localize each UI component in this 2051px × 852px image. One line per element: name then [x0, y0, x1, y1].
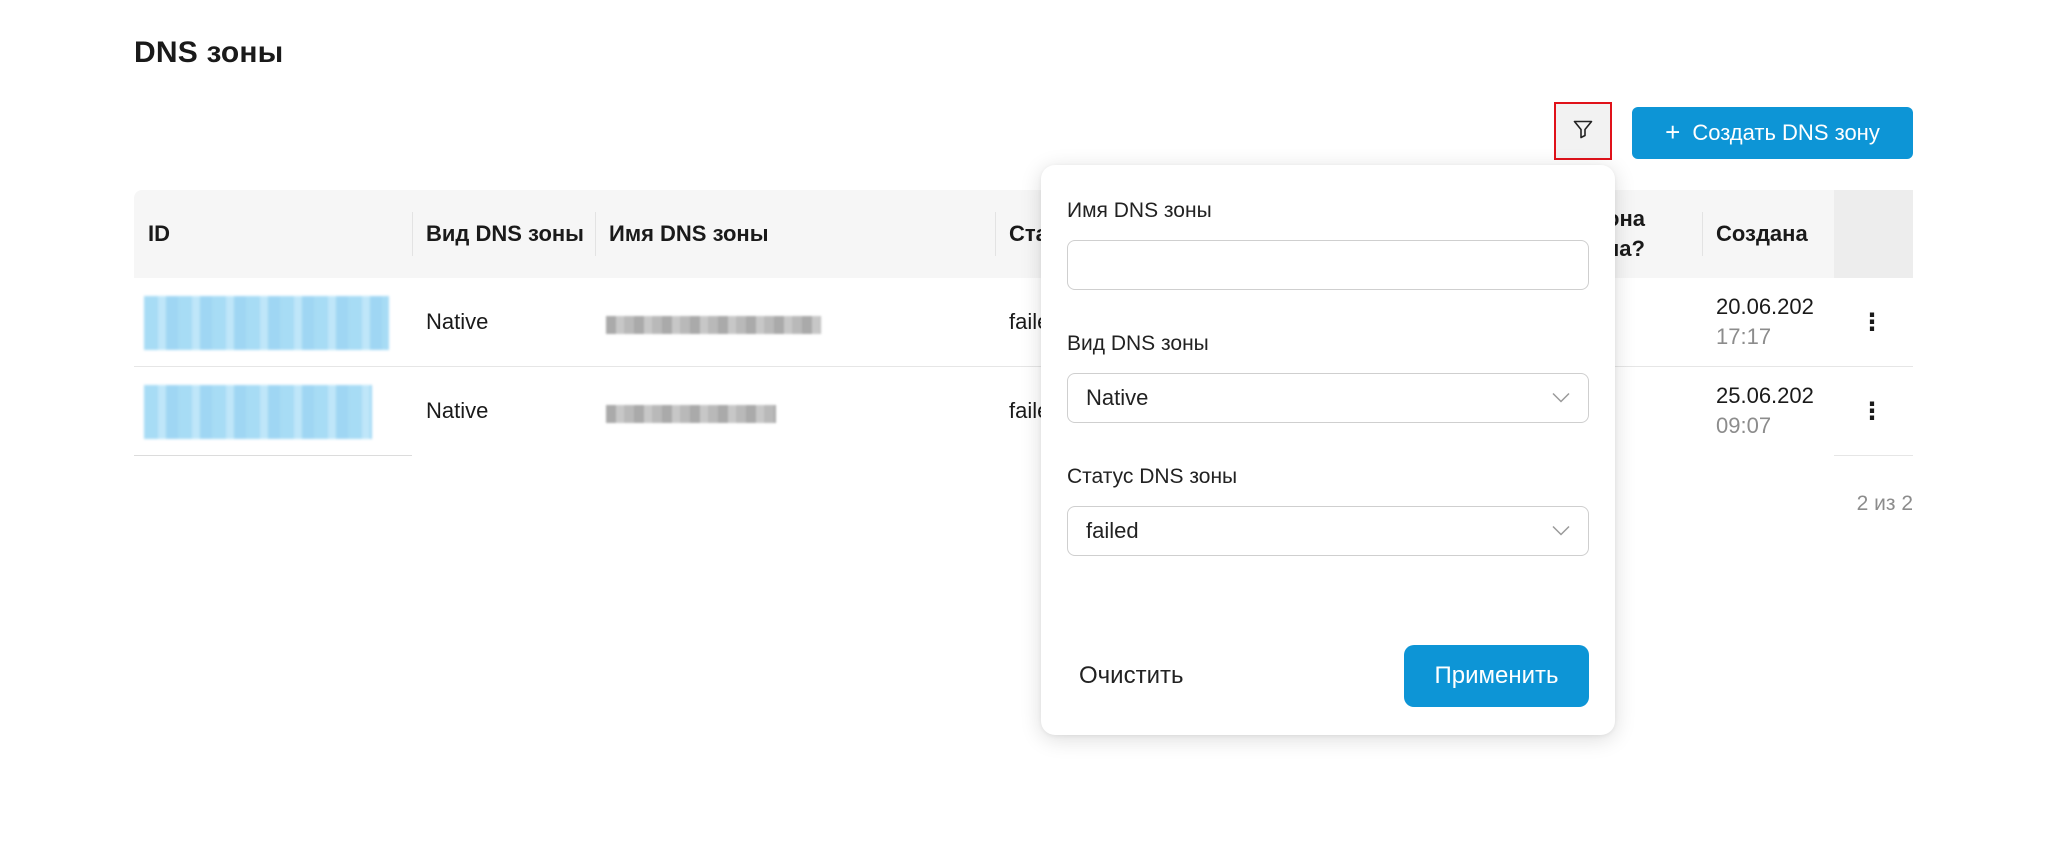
zone-type-label: Вид DNS зоны	[1067, 332, 1209, 355]
zone-id-link-redacted[interactable]	[144, 296, 389, 350]
row-divider	[1834, 455, 1913, 456]
row-divider	[134, 455, 412, 456]
pagination-counter: 2 из 2	[1856, 492, 1913, 515]
sticky-column-shade	[1834, 190, 1913, 278]
column-header-zone-type[interactable]: Вид DNS зоны	[412, 190, 595, 278]
clear-filter-button[interactable]: Очистить	[1067, 645, 1227, 707]
zone-name-redacted	[606, 405, 776, 423]
column-header-id[interactable]: ID	[134, 190, 412, 278]
dns-zones-page: DNS зоны + Создать DNS зону ID Вид DNS з…	[0, 0, 2051, 852]
created-date: 25.06.202	[1716, 383, 1814, 408]
zone-name-label: Имя DNS зоны	[1067, 199, 1212, 222]
create-dns-zone-label: Создать DNS зону	[1692, 120, 1880, 145]
table-row[interactable]: Native faile 20.06.202 17:17 ⋮	[134, 278, 1913, 367]
row-menu-icon[interactable]: ⋮	[1852, 278, 1892, 366]
filter-popover: Имя DNS зоны Вид DNS зоны Native Статус …	[1041, 165, 1615, 735]
created-cell: 20.06.202 17:17	[1716, 292, 1814, 352]
column-header-zone-name[interactable]: Имя DNS зоны	[595, 190, 995, 278]
zone-name-redacted	[606, 316, 821, 334]
zone-status-label: Статус DNS зоны	[1067, 465, 1238, 488]
created-cell: 25.06.202 09:07	[1716, 381, 1814, 441]
column-header-created[interactable]: Создана	[1702, 190, 1834, 278]
zone-type-cell: Native	[426, 309, 489, 334]
zone-status-select[interactable]: failed	[1067, 506, 1589, 556]
created-time: 09:07	[1716, 413, 1772, 438]
zone-id-link-redacted[interactable]	[144, 385, 372, 439]
zone-type-select[interactable]: Native	[1067, 373, 1589, 423]
plus-icon: +	[1665, 116, 1681, 147]
table-header: ID Вид DNS зоны Имя DNS зоны Ста она на?…	[134, 190, 1913, 278]
page-title: DNS зоны	[134, 36, 284, 69]
zone-type-selected: Native	[1086, 385, 1149, 410]
filter-button[interactable]	[1554, 102, 1612, 160]
filter-icon	[1571, 117, 1595, 146]
column-header-delegated[interactable]: она на?	[1604, 190, 1702, 278]
zone-type-cell: Native	[426, 398, 489, 423]
created-date: 20.06.202	[1716, 294, 1814, 319]
zone-status-selected: failed	[1086, 518, 1139, 543]
table-row[interactable]: Native faile 25.06.202 09:07 ⋮	[134, 367, 1913, 456]
chevron-down-icon	[1552, 525, 1570, 537]
zone-name-input[interactable]	[1067, 240, 1589, 290]
apply-filter-button[interactable]: Применить	[1404, 645, 1589, 707]
dns-zones-table: ID Вид DNS зоны Имя DNS зоны Ста она на?…	[134, 190, 1913, 456]
row-menu-icon[interactable]: ⋮	[1852, 367, 1892, 455]
chevron-down-icon	[1552, 392, 1570, 404]
create-dns-zone-button[interactable]: + Создать DNS зону	[1632, 107, 1913, 159]
created-time: 17:17	[1716, 324, 1772, 349]
